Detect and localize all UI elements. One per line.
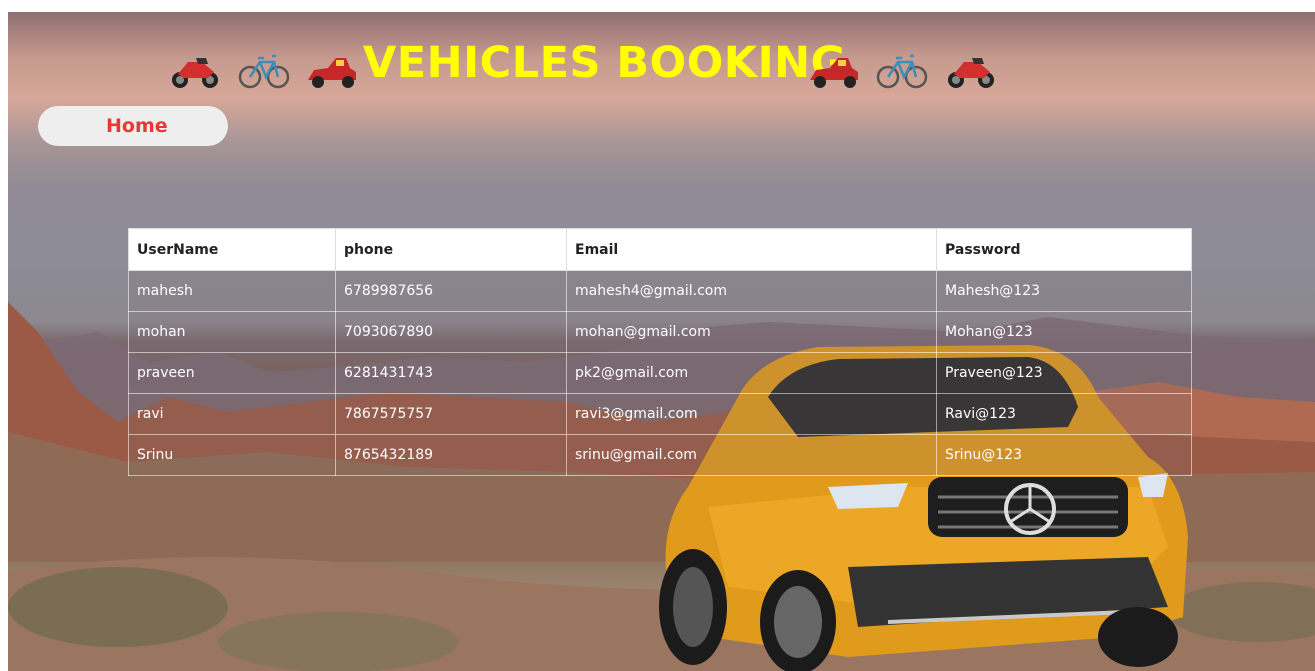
table-row: mohan 7093067890 mohan@gmail.com Mohan@1… — [128, 311, 1192, 353]
username-cell: mahesh — [128, 270, 336, 312]
email-cell: ravi3@gmail.com — [566, 393, 937, 435]
email-cell: pk2@gmail.com — [566, 352, 937, 394]
phone-cell: 6789987656 — [335, 270, 567, 312]
bicycle-icon — [876, 54, 928, 89]
table-row: Srinu 8765432189 srinu@gmail.com Srinu@1… — [128, 434, 1192, 476]
background-scene: VEHICLES BOOKING Home UserName phone Ema… — [8, 12, 1315, 671]
column-header: Password — [936, 228, 1192, 271]
username-cell: praveen — [128, 352, 336, 394]
column-header: Email — [566, 228, 937, 271]
motorcycle-icon — [948, 58, 994, 88]
users-table: UserName phone Email Password mahesh 678… — [128, 228, 1192, 476]
phone-cell: 6281431743 — [335, 352, 567, 394]
race-car-icon — [308, 58, 356, 88]
username-cell: ravi — [128, 393, 336, 435]
column-header: phone — [335, 228, 567, 271]
column-header: UserName — [128, 228, 336, 271]
password-cell: Praveen@123 — [936, 352, 1192, 394]
username-cell: Srinu — [128, 434, 336, 476]
password-cell: Mahesh@123 — [936, 270, 1192, 312]
email-cell: mohan@gmail.com — [566, 311, 937, 353]
home-button[interactable]: Home — [38, 106, 228, 146]
password-cell: Mohan@123 — [936, 311, 1192, 353]
phone-cell: 8765432189 — [335, 434, 567, 476]
table-row: mahesh 6789987656 mahesh4@gmail.com Mahe… — [128, 270, 1192, 312]
password-cell: Ravi@123 — [936, 393, 1192, 435]
password-cell: Srinu@123 — [936, 434, 1192, 476]
table-header-row: UserName phone Email Password — [128, 228, 1192, 271]
phone-cell: 7093067890 — [335, 311, 567, 353]
username-cell: mohan — [128, 311, 336, 353]
table-row: ravi 7867575757 ravi3@gmail.com Ravi@123 — [128, 393, 1192, 435]
email-cell: srinu@gmail.com — [566, 434, 937, 476]
race-car-icon — [810, 58, 858, 88]
email-cell: mahesh4@gmail.com — [566, 270, 937, 312]
table-row: praveen 6281431743 pk2@gmail.com Praveen… — [128, 352, 1192, 394]
motorcycle-icon — [172, 58, 218, 88]
bicycle-icon — [238, 54, 290, 89]
phone-cell: 7867575757 — [335, 393, 567, 435]
page-title: VEHICLES BOOKING — [363, 38, 847, 88]
header: VEHICLES BOOKING — [8, 22, 1315, 102]
